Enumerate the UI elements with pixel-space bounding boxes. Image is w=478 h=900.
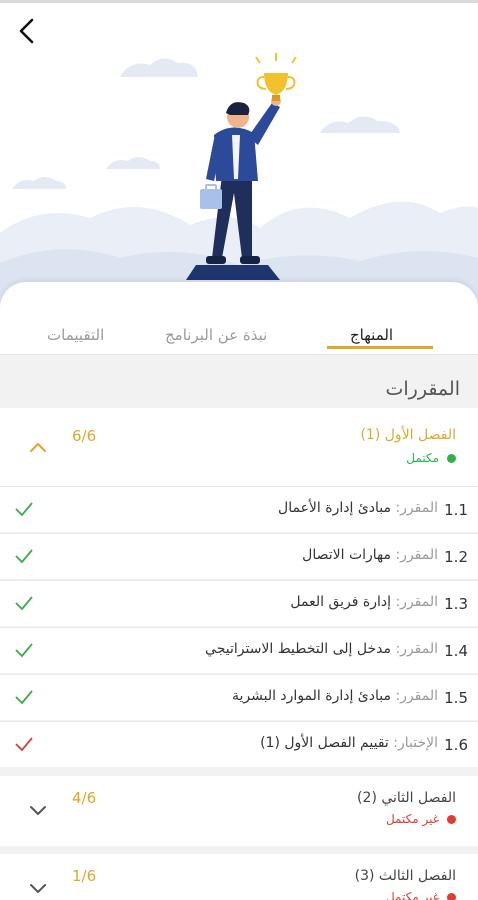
course-row-1-3[interactable]: 1.3 المقرر: إدارة فريق العمل [0, 580, 478, 626]
semester-title: الفصل الثاني (2) [357, 790, 456, 806]
course-name: إدارة فريق العمل [290, 594, 391, 610]
check-icon [15, 502, 33, 517]
semester-card-3[interactable]: الفصل الثالث (3) غير مكتمل 1/6 [0, 854, 478, 900]
course-label: المقرر: مهارات الاتصال [302, 547, 438, 563]
course-prefix: الإختبار: [393, 735, 438, 751]
chevron-up-icon[interactable] [28, 440, 48, 454]
semester-progress: 1/6 [72, 867, 97, 885]
section-title: المقررات [385, 378, 461, 400]
semester-title: الفصل الأول (1) [360, 427, 456, 443]
course-number: 1.1 [444, 501, 468, 519]
check-icon [15, 549, 33, 564]
status-label: مكتمل [406, 451, 439, 465]
course-label: المقرر: مدخل إلى التخطيط الاستراتيجي [205, 641, 438, 657]
semester-status: مكتمل [406, 451, 456, 465]
course-label: المقرر: مبادئ إدارة الموارد البشرية [232, 688, 438, 704]
hero-illustration [0, 3, 478, 313]
course-number: 1.6 [444, 736, 468, 754]
course-label: المقرر: مبادئ إدارة الأعمال [278, 500, 438, 516]
status-dot [447, 814, 456, 824]
course-row-1-1[interactable]: 1.1 المقرر: مبادئ إدارة الأعمال [0, 486, 478, 532]
semester-card-1[interactable]: الفصل الأول (1) مكتمل 6/6 [0, 408, 478, 486]
semester-title: الفصل الثالث (3) [354, 868, 456, 884]
course-row-1-2[interactable]: 1.2 المقرر: مهارات الاتصال [0, 533, 478, 579]
course-prefix: المقرر: [395, 547, 438, 563]
course-prefix: المقرر: [395, 688, 438, 704]
course-prefix: المقرر: [395, 594, 438, 610]
course-label: الإختبار: تقييم الفصل الأول (1) [260, 735, 438, 751]
course-number: 1.4 [444, 642, 468, 660]
course-number: 1.3 [444, 595, 468, 613]
semester-progress: 6/6 [72, 427, 97, 445]
course-row-1-4[interactable]: 1.4 المقرر: مدخل إلى التخطيط الاستراتيجي [0, 627, 478, 673]
course-number: 1.5 [444, 689, 468, 707]
status-dot [447, 892, 456, 900]
trophy-man-illustration [0, 53, 478, 313]
course-name: مبادئ إدارة الموارد البشرية [231, 688, 391, 704]
course-name: مهارات الاتصال [302, 547, 391, 563]
check-icon [15, 643, 33, 658]
status-dot [447, 453, 456, 463]
tab-curriculum[interactable]: المنهاج [350, 326, 393, 344]
chevron-left-icon [19, 18, 34, 44]
course-label: المقرر: إدارة فريق العمل [290, 594, 438, 610]
semester-card-2[interactable]: الفصل الثاني (2) غير مكتمل 4/6 [0, 776, 478, 846]
tab-ratings[interactable]: التقييمات [47, 326, 104, 344]
chevron-down-icon[interactable] [28, 881, 48, 895]
active-tab-indicator [327, 346, 433, 349]
course-name: تقييم الفصل الأول (1) [260, 735, 389, 751]
check-icon [15, 596, 33, 611]
course-prefix: المقرر: [395, 641, 438, 657]
course-name: مبادئ إدارة الأعمال [278, 500, 391, 516]
course-prefix: المقرر: [395, 500, 438, 516]
semester-status: غير مكتمل [386, 890, 456, 900]
status-label: غير مكتمل [385, 890, 439, 900]
tab-about-program[interactable]: نبذة عن البرنامج [165, 326, 267, 344]
semester-progress: 4/6 [72, 789, 97, 807]
back-button[interactable] [12, 16, 42, 46]
semester-status: غير مكتمل [386, 812, 456, 826]
course-name: مدخل إلى التخطيط الاستراتيجي [205, 641, 391, 657]
course-row-1-6[interactable]: 1.6 الإختبار: تقييم الفصل الأول (1) [0, 721, 478, 767]
course-row-1-5[interactable]: 1.5 المقرر: مبادئ إدارة الموارد البشرية [0, 674, 478, 720]
check-icon [15, 737, 33, 752]
check-icon [15, 690, 33, 705]
status-label: غير مكتمل [385, 812, 439, 826]
course-number: 1.2 [444, 548, 468, 566]
chevron-down-icon[interactable] [28, 803, 48, 817]
